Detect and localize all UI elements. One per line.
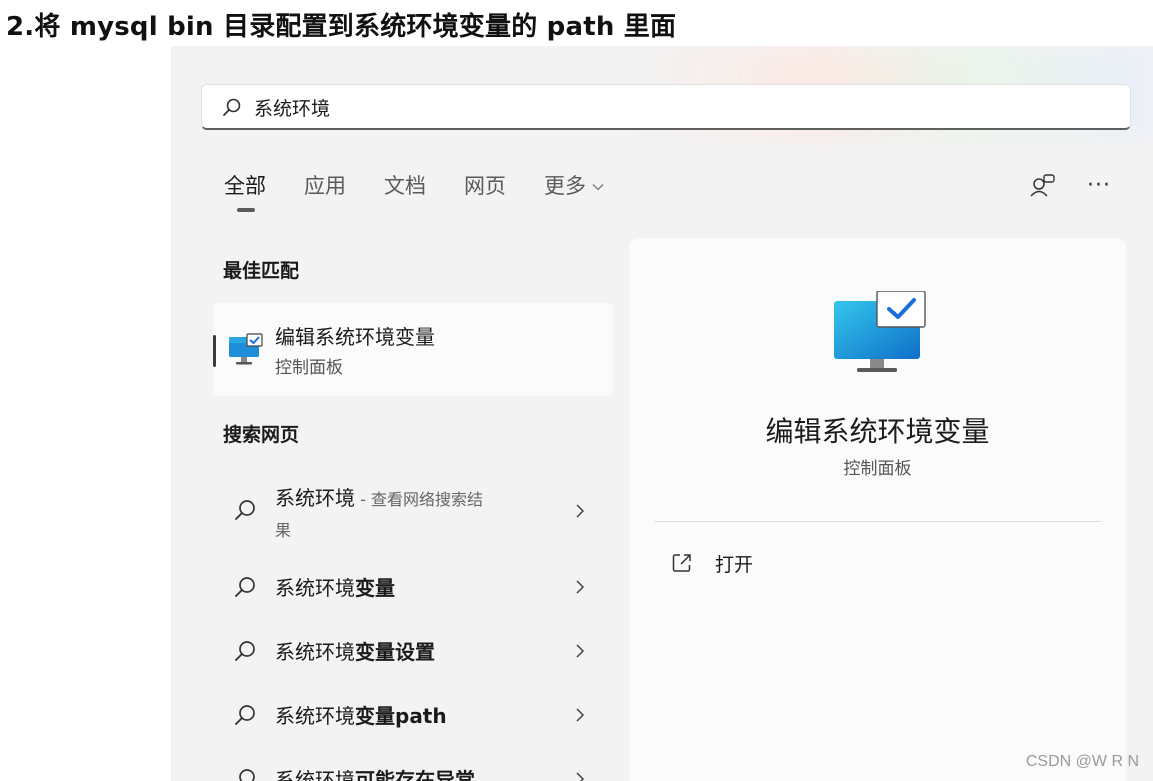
search-box[interactable] [201,84,1131,130]
web-result-item[interactable]: 系统环境变量设置 [213,634,613,668]
search-icon [239,769,255,781]
result-suggestion-text: 变量path [355,704,447,728]
search-icon [235,705,255,725]
tab-more-label: 更多 [544,174,586,198]
web-result-item[interactable]: 系统环境变量path [213,698,613,732]
share-people-button[interactable] [1025,168,1061,204]
result-query-text: 系统环境 [275,640,355,664]
divider [654,521,1101,522]
chevron-right-icon [576,580,585,594]
best-match-title: 编辑系统环境变量 [275,325,435,349]
web-search-heading: 搜索网页 [223,424,300,446]
result-query-text: 系统环境 [275,768,355,781]
web-result-text: 系统环境变量 [275,572,395,601]
more-options-button[interactable]: ··· [1081,168,1117,204]
search-input[interactable] [254,91,1114,123]
chevron-down-icon [592,184,604,191]
result-suggestion-text: 可能存在异常 [355,768,475,781]
web-result-item[interactable]: 系统环境可能存在异常 [213,762,613,781]
tab-documents[interactable]: 文档 [384,170,426,200]
search-icon [235,641,255,661]
monitor-check-icon [229,333,263,365]
result-query-text: 系统环境 [275,486,355,510]
chevron-right-icon [576,708,585,722]
search-icon [235,577,255,597]
active-tab-indicator [237,208,255,212]
result-query-text: 系统环境 [275,576,355,600]
windows-search-panel: 全部 应用 文档 网页 更多 ··· 最佳匹配 编辑系统环境变量 控制面板 搜索… [171,46,1153,781]
detail-title: 编辑系统环境变量 [765,415,990,448]
tab-all[interactable]: 全部 [224,170,266,200]
page-heading: 2.将 mysql bin 目录配置到系统环境变量的 path 里面 [6,12,677,42]
web-result-text: 系统环境 - 查看网络搜索结 果 [275,482,483,541]
web-result-item[interactable]: 系统环境 - 查看网络搜索结 果 [213,476,613,546]
result-suggestion-text: 变量 [355,576,395,600]
tab-web[interactable]: 网页 [464,170,506,200]
selection-indicator [213,335,216,367]
web-result-text: 系统环境可能存在异常 [275,764,475,781]
detail-subtitle: 控制面板 [843,459,912,479]
best-match-heading: 最佳匹配 [223,260,300,282]
search-icon [235,500,255,520]
open-external-icon [672,554,691,572]
tab-more[interactable]: 更多 [544,170,604,200]
detail-panel: 编辑系统环境变量 控制面板 打开 [629,238,1126,781]
monitor-check-icon [834,291,926,372]
web-result-text: 系统环境变量path [275,700,447,729]
result-suggestion-text: 变量设置 [355,640,435,664]
open-label: 打开 [715,554,754,576]
result-hint-wrap: 果 [275,521,292,540]
web-result-item[interactable]: 系统环境变量 [213,570,613,604]
tab-apps[interactable]: 应用 [304,170,346,200]
share-people-icon [1030,174,1055,197]
chevron-right-icon [576,772,585,781]
watermark: CSDN @W R N [1025,753,1139,770]
web-result-text: 系统环境变量设置 [275,636,435,665]
result-hint-text: - 查看网络搜索结 [355,490,483,509]
open-button[interactable]: 打开 [671,550,811,578]
chevron-right-icon [576,644,585,658]
search-icon [223,98,241,116]
best-match-item[interactable]: 编辑系统环境变量 控制面板 [213,303,613,396]
chevron-right-icon [576,504,585,518]
result-query-text: 系统环境 [275,704,355,728]
best-match-subtitle: 控制面板 [275,358,343,378]
